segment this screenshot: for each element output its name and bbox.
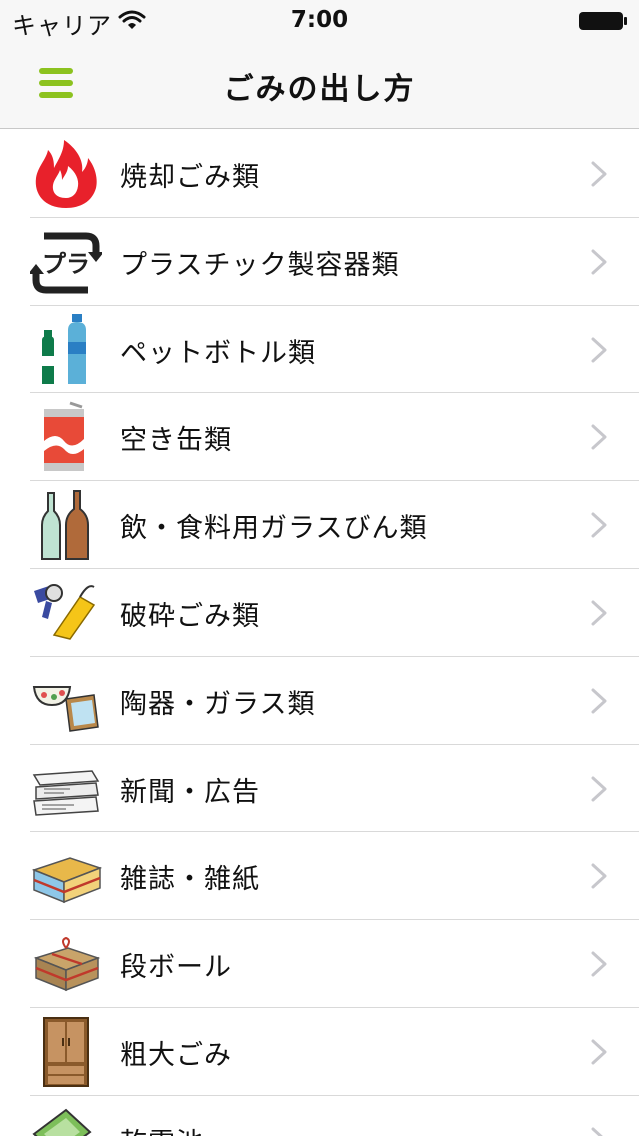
chevron-right-icon — [591, 249, 607, 275]
chevron-right-icon — [591, 424, 607, 450]
pet-bottle-icon — [42, 313, 86, 384]
list-item[interactable]: 粗大ごみ — [0, 1008, 639, 1096]
list-item-label: 新聞・広告 — [120, 776, 260, 808]
cabinet-icon — [43, 1016, 89, 1087]
newspaper-icon — [32, 769, 100, 816]
list-item[interactable]: 段ボール — [0, 920, 639, 1008]
list-item-label: 飲・食料用ガラスびん類 — [120, 513, 428, 545]
battery-status-icon — [579, 12, 627, 30]
chevron-right-icon — [591, 161, 607, 187]
list-item[interactable]: 空き缶類 — [0, 393, 639, 481]
list-item[interactable]: 焼却ごみ類 — [0, 130, 639, 218]
list-item-label: プラスチック製容器類 — [120, 249, 400, 281]
svg-text:プラ: プラ — [42, 250, 90, 278]
glass-bottle-icon — [41, 490, 89, 561]
category-list[interactable]: 焼却ごみ類 プラ プラスチック製容器類 ペットボトル類 空き缶類 飲・食料用ガラ… — [0, 130, 639, 1136]
status-bar: キャリア 7:00 — [0, 0, 639, 40]
chevron-right-icon — [591, 337, 607, 363]
list-item[interactable]: プラ プラスチック製容器類 — [0, 218, 639, 306]
list-item-label: 雑誌・雑紙 — [120, 864, 260, 896]
list-item-label: 空き缶類 — [120, 425, 232, 457]
status-time: 7:00 — [290, 7, 349, 33]
chevron-right-icon — [591, 951, 607, 977]
list-item[interactable]: ペットボトル類 — [0, 306, 639, 394]
chevron-right-icon — [591, 512, 607, 538]
list-item-label: 乾電池 — [120, 1121, 204, 1136]
battery-icon — [32, 1108, 92, 1136]
list-item-label: 粗大ごみ — [120, 1039, 232, 1071]
chevron-right-icon — [591, 688, 607, 714]
chevron-right-icon — [591, 600, 607, 626]
list-item[interactable]: 飲・食料用ガラスびん類 — [0, 481, 639, 569]
chevron-right-icon — [591, 1039, 607, 1065]
navigation-bar: ごみの出し方 — [0, 40, 639, 129]
list-item[interactable]: 乾電池 — [0, 1096, 639, 1136]
list-item[interactable]: 雑誌・雑紙 — [0, 832, 639, 920]
cardboard-icon — [33, 937, 101, 992]
page-title: ごみの出し方 — [223, 72, 416, 107]
plastic-recycle-icon: プラ — [30, 232, 102, 294]
chevron-right-icon — [591, 863, 607, 889]
chevron-right-icon — [591, 1127, 604, 1136]
magazine-bundle-icon — [31, 857, 102, 904]
flame-icon — [35, 140, 97, 208]
dryer-umbrella-icon — [34, 583, 96, 640]
list-item-label: 焼却ごみ類 — [120, 162, 260, 193]
can-icon — [44, 401, 84, 472]
list-item-label: 段ボール — [120, 952, 232, 984]
list-item-label: 陶器・ガラス類 — [120, 688, 316, 720]
list-item-label: 破砕ごみ類 — [120, 600, 260, 632]
chevron-right-icon — [591, 776, 607, 802]
list-item[interactable]: 破砕ごみ類 — [0, 569, 639, 657]
list-item[interactable]: 陶器・ガラス類 — [0, 657, 639, 745]
list-item[interactable]: 新聞・広告 — [0, 745, 639, 833]
bowl-mirror-icon — [32, 685, 99, 732]
list-item-label: ペットボトル類 — [120, 337, 316, 369]
